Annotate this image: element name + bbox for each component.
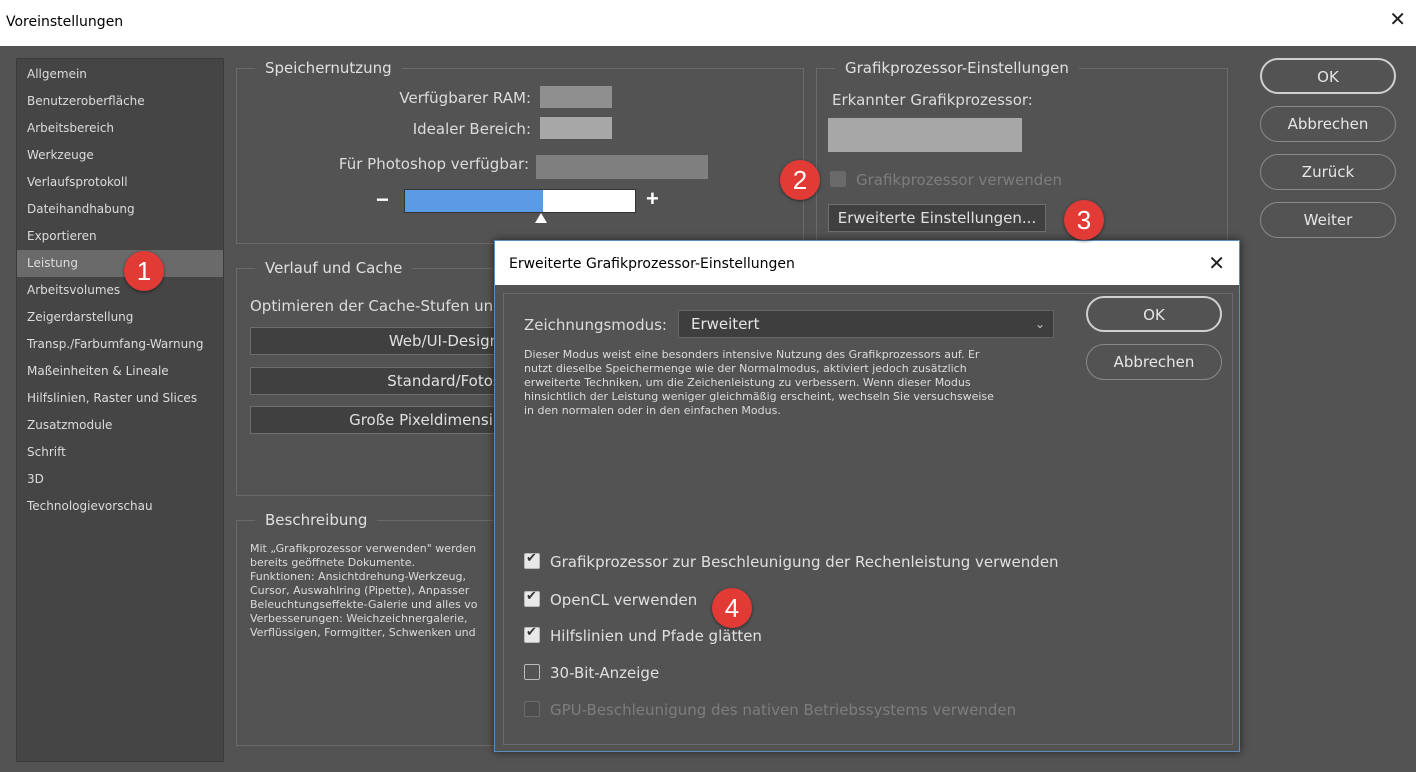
checkbox-checked-icon: [524, 551, 540, 569]
description-line: Beleuchtungseffekte-Galerie und alles vo: [250, 598, 478, 611]
advanced-settings-button[interactable]: Erweiterte Einstellungen...: [828, 204, 1046, 232]
sidebar-item-technologievorschau[interactable]: Technologievorschau: [17, 493, 223, 520]
sidebar-item-verlaufsprotokoll[interactable]: Verlaufsprotokoll: [17, 169, 223, 196]
ram-label: Verfügbarer RAM:: [399, 89, 531, 107]
annotation-badge-3: 3: [1064, 200, 1104, 240]
ideal-value-redacted: [540, 117, 612, 139]
available-label: Für Photoshop verfügbar:: [338, 155, 529, 173]
sidebar-item-leistung[interactable]: Leistung: [17, 250, 223, 277]
drawing-mode-select[interactable]: Erweitert ⌄: [678, 310, 1054, 338]
chevron-down-icon: ⌄: [1034, 317, 1045, 331]
back-button[interactable]: Zurück: [1260, 154, 1396, 190]
sidebar-item-benutzeroberflaeche[interactable]: Benutzeroberfläche: [17, 88, 223, 115]
memory-legend: Speichernutzung: [255, 59, 402, 77]
native-gpu-accel-checkbox: GPU-Beschleunigung des nativen Betriebss…: [524, 701, 1016, 719]
available-value-redacted[interactable]: [536, 155, 708, 179]
annotation-badge-2: 2: [780, 160, 820, 200]
mode-description-line: nutzt dieselbe Speichermenge wie der Nor…: [524, 362, 967, 375]
checkbox-disabled-icon: [524, 701, 540, 717]
gpu-legend: Grafikprozessor-Einstellungen: [835, 59, 1079, 77]
description-line: bereits geöffnete Dokumente.: [250, 556, 416, 569]
sidebar-item-schrift[interactable]: Schrift: [17, 439, 223, 466]
sidebar-item-dateihandhabung[interactable]: Dateihandhabung: [17, 196, 223, 223]
gpu-compute-label: Grafikprozessor zur Beschleunigung der R…: [550, 553, 1059, 571]
checkbox-checked-icon: [524, 625, 540, 643]
advanced-gpu-titlebar: Erweiterte Grafikprozessor-Einstellungen…: [495, 241, 1239, 285]
window-titlebar: Voreinstellungen ✕: [0, 0, 1416, 46]
drawing-mode-label: Zeichnungsmodus:: [524, 316, 667, 334]
30bit-display-label: 30-Bit-Anzeige: [550, 664, 660, 682]
sidebar-item-arbeitsvolumes[interactable]: Arbeitsvolumes: [17, 277, 223, 304]
description-line: Verflüssigen, Formgitter, Schwenken und: [250, 626, 476, 639]
sidebar-item-3d[interactable]: 3D: [17, 466, 223, 493]
drawing-mode-description: Dieser Modus weist eine besonders intens…: [524, 348, 1054, 418]
checkbox-unchecked-icon: [524, 664, 540, 680]
mode-description-line: erweiterte Techniken, um die Zeichenleis…: [524, 376, 971, 389]
opencl-label: OpenCL verwenden: [550, 591, 698, 609]
sidebar-item-werkzeuge[interactable]: Werkzeuge: [17, 142, 223, 169]
sidebar-item-masseinheiten[interactable]: Maßeinheiten & Lineale: [17, 358, 223, 385]
close-icon[interactable]: ✕: [1389, 10, 1406, 30]
sidebar-item-exportieren[interactable]: Exportieren: [17, 223, 223, 250]
slider-thumb[interactable]: [535, 213, 547, 223]
sidebar-item-allgemein[interactable]: Allgemein: [17, 61, 223, 88]
description-line: Funktionen: Ansichtdrehung-Werkzeug,: [250, 570, 467, 583]
mode-description-line: Dieser Modus weist eine besonders intens…: [524, 348, 980, 361]
close-icon[interactable]: ✕: [1208, 251, 1225, 276]
annotation-badge-1: 1: [124, 251, 164, 291]
antialias-guides-checkbox[interactable]: Hilfslinien und Pfade glätten: [524, 625, 762, 645]
drawing-mode-value: Erweitert: [691, 315, 760, 333]
sidebar-item-transparenz[interactable]: Transp./Farbumfang-Warnung: [17, 331, 223, 358]
next-button[interactable]: Weiter: [1260, 202, 1396, 238]
memory-slider-fill: [405, 190, 543, 212]
checkbox-checked-icon: [524, 589, 540, 607]
sidebar-item-zeigerdarstellung[interactable]: Zeigerdarstellung: [17, 304, 223, 331]
description-line: Cursor, Auswahlring (Pipette), Anpasser: [250, 584, 470, 597]
cancel-button[interactable]: Abbrechen: [1260, 106, 1396, 142]
antialias-guides-label: Hilfslinien und Pfade glätten: [550, 627, 762, 645]
checkbox-icon: [830, 171, 846, 187]
window-title: Voreinstellungen: [6, 14, 124, 30]
detected-gpu-label: Erkannter Grafikprozessor:: [832, 91, 1033, 109]
description-line: Verbesserungen: Weichzeichnergalerie,: [250, 612, 468, 625]
cache-optimize-label: Optimieren der Cache-Stufen un: [250, 297, 494, 315]
description-text: Mit „Grafikprozessor verwenden" werden b…: [250, 542, 494, 654]
minus-icon[interactable]: −: [376, 187, 389, 213]
30bit-display-checkbox[interactable]: 30-Bit-Anzeige: [524, 664, 659, 682]
mode-description-line: in den normalen oder in den einfachen Mo…: [524, 404, 781, 417]
native-gpu-accel-label: GPU-Beschleunigung des nativen Betriebss…: [550, 701, 1017, 719]
sidebar-item-arbeitsbereich[interactable]: Arbeitsbereich: [17, 115, 223, 142]
description-legend: Beschreibung: [255, 511, 378, 529]
ram-value-redacted: [540, 86, 612, 108]
use-gpu-checkbox[interactable]: Grafikprozessor verwenden: [830, 171, 1062, 189]
description-line: Mit „Grafikprozessor verwenden" werden: [250, 542, 477, 555]
cache-legend: Verlauf und Cache: [255, 259, 413, 277]
mode-description-line: hinsichtlich der Leistung weniger gleich…: [524, 390, 994, 403]
ideal-range-label: Idealer Bereich:: [412, 120, 531, 138]
memory-slider[interactable]: [404, 189, 636, 213]
gpu-compute-checkbox[interactable]: Grafikprozessor zur Beschleunigung der R…: [524, 551, 1059, 571]
detected-gpu-redacted: [828, 118, 1022, 152]
plus-icon[interactable]: +: [646, 186, 659, 212]
advanced-ok-button[interactable]: OK: [1086, 296, 1222, 332]
preferences-sidebar: Allgemein Benutzeroberfläche Arbeitsbere…: [16, 58, 224, 762]
use-gpu-label: Grafikprozessor verwenden: [856, 171, 1063, 189]
ok-button[interactable]: OK: [1260, 58, 1396, 94]
advanced-gpu-title: Erweiterte Grafikprozessor-Einstellungen: [509, 256, 795, 272]
sidebar-item-hilfslinien[interactable]: Hilfslinien, Raster und Slices: [17, 385, 223, 412]
sidebar-item-zusatzmodule[interactable]: Zusatzmodule: [17, 412, 223, 439]
annotation-badge-4: 4: [712, 588, 752, 628]
advanced-cancel-button[interactable]: Abbrechen: [1086, 344, 1222, 380]
opencl-checkbox[interactable]: OpenCL verwenden: [524, 589, 698, 609]
